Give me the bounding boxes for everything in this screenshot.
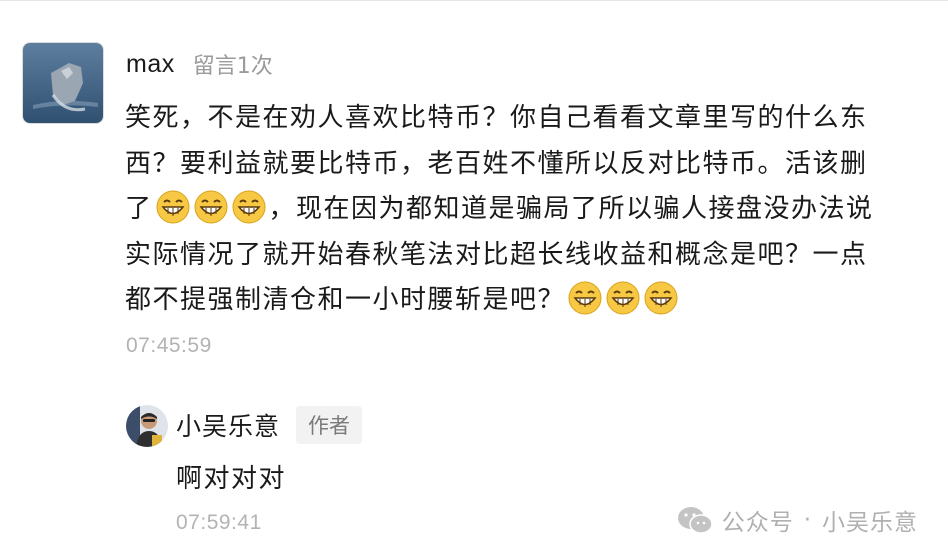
grinning-face-icon (156, 190, 190, 224)
comment-count: 留言1次 (192, 54, 273, 79)
comment-line: 实际情况了就开始春秋笔法对比超长线收益和概念是吧？一点 (125, 239, 868, 270)
comment-text-segment: 了 (125, 194, 153, 224)
watermark: 公众号 · 小吴乐意 (676, 503, 918, 537)
warship-image (23, 43, 103, 123)
emoji-group (156, 190, 266, 224)
comment-line: 笑死，不是在劝人喜欢比特币？你自己看看文章里写的什么东 (125, 103, 868, 133)
comment-text-segment: 都不提强制清仓和一小时腰斩是吧？ (125, 285, 566, 315)
comment-line: 西？要利益就要比特币，老百姓不懂所以反对比特币。活该删 (125, 148, 868, 179)
watermark-separator: · (803, 507, 812, 533)
grinning-face-icon (232, 190, 266, 224)
comment-header: max 留言1次 (126, 44, 273, 84)
commenter-avatar[interactable] (22, 42, 104, 124)
comment-text-segment: ，现在因为都知道是骗局了所以骗人接盘没办法说 (268, 194, 874, 224)
reply-timestamp: 07:59:41 (176, 511, 262, 534)
reply-text: 啊对对对 (176, 464, 287, 494)
comment-line: 都不提强制清仓和一小时腰斩是吧？ (125, 278, 905, 324)
comment-line: 了 ，现在因为都知道是骗局了所以骗人接盘没办法说 (125, 187, 905, 233)
author-badge: 作者 (296, 406, 363, 444)
emoji-group (568, 281, 678, 315)
comment-timestamp: 07:45:59 (126, 334, 212, 357)
top-divider (0, 0, 948, 1)
grinning-face-icon (644, 281, 678, 315)
wechat-icon (677, 507, 713, 534)
grinning-face-icon (194, 190, 228, 224)
reply-header: 小吴乐意 作者 (176, 403, 363, 447)
grinning-face-icon (606, 281, 640, 315)
author-avatar[interactable] (126, 405, 168, 447)
watermark-account: 小吴乐意 (822, 510, 918, 536)
comment-text: 笑死，不是在劝人喜欢比特币？你自己看看文章里写的什么东 西？要利益就要比特币，老… (125, 96, 905, 324)
watermark-prefix: 公众号 (721, 510, 794, 536)
author-name[interactable]: 小吴乐意 (176, 407, 280, 443)
commenter-name[interactable]: max (126, 50, 175, 79)
grinning-face-icon (568, 281, 602, 315)
author-photo (126, 405, 168, 447)
